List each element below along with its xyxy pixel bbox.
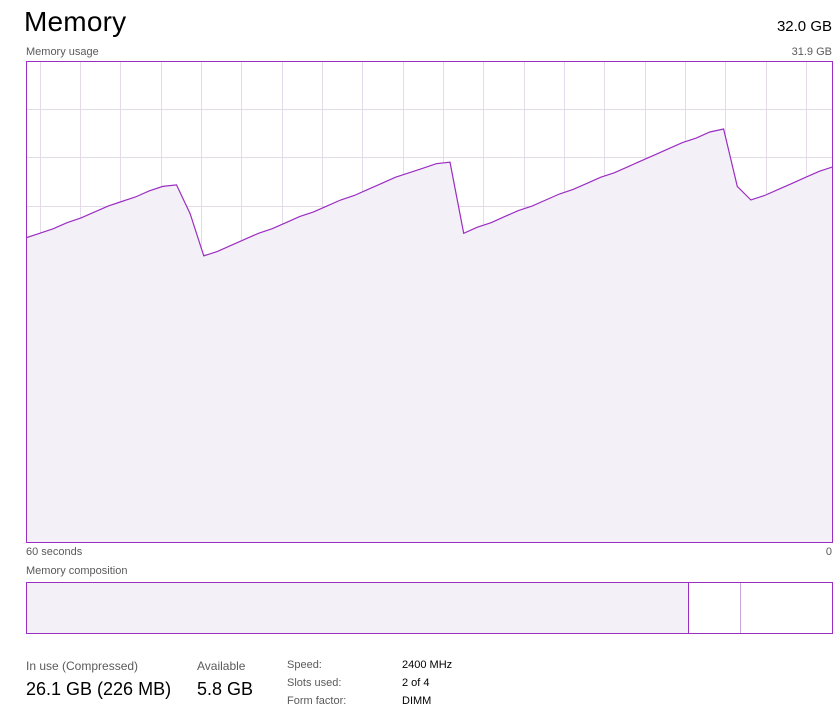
speed-label: Speed: <box>287 659 322 671</box>
slots-used-value: 2 of 4 <box>402 677 430 689</box>
page-title: Memory <box>24 6 127 37</box>
memory-usage-label: Memory usage <box>26 46 99 58</box>
memory-composition-label: Memory composition <box>26 565 128 577</box>
in-use-label: In use (Compressed) <box>26 659 139 673</box>
composition-in-use-segment[interactable] <box>27 583 689 633</box>
composition-modified-segment[interactable] <box>688 583 742 633</box>
available-label: Available <box>197 659 246 673</box>
slots-used-label: Slots used: <box>287 677 342 689</box>
form-factor-label: Form factor: <box>287 695 347 707</box>
memory-usage-graph <box>25 61 834 543</box>
usage-area-fill <box>26 129 833 543</box>
total-memory: 32.0 GB <box>776 18 832 35</box>
memory-composition-bar[interactable] <box>26 582 833 634</box>
composition-standby-segment[interactable] <box>741 583 832 633</box>
in-use-value: 26.1 GB (226 MB) <box>26 679 172 699</box>
speed-value: 2400 MHz <box>402 659 453 671</box>
available-value: 5.8 GB <box>197 679 254 699</box>
graph-time-right-label: 0 <box>825 546 832 558</box>
form-factor-value: DIMM <box>402 695 432 707</box>
memory-usage-graph-svg <box>25 61 834 543</box>
graph-time-left-label: 60 seconds <box>26 546 83 558</box>
memory-usage-max-label: 31.9 GB <box>791 46 832 58</box>
